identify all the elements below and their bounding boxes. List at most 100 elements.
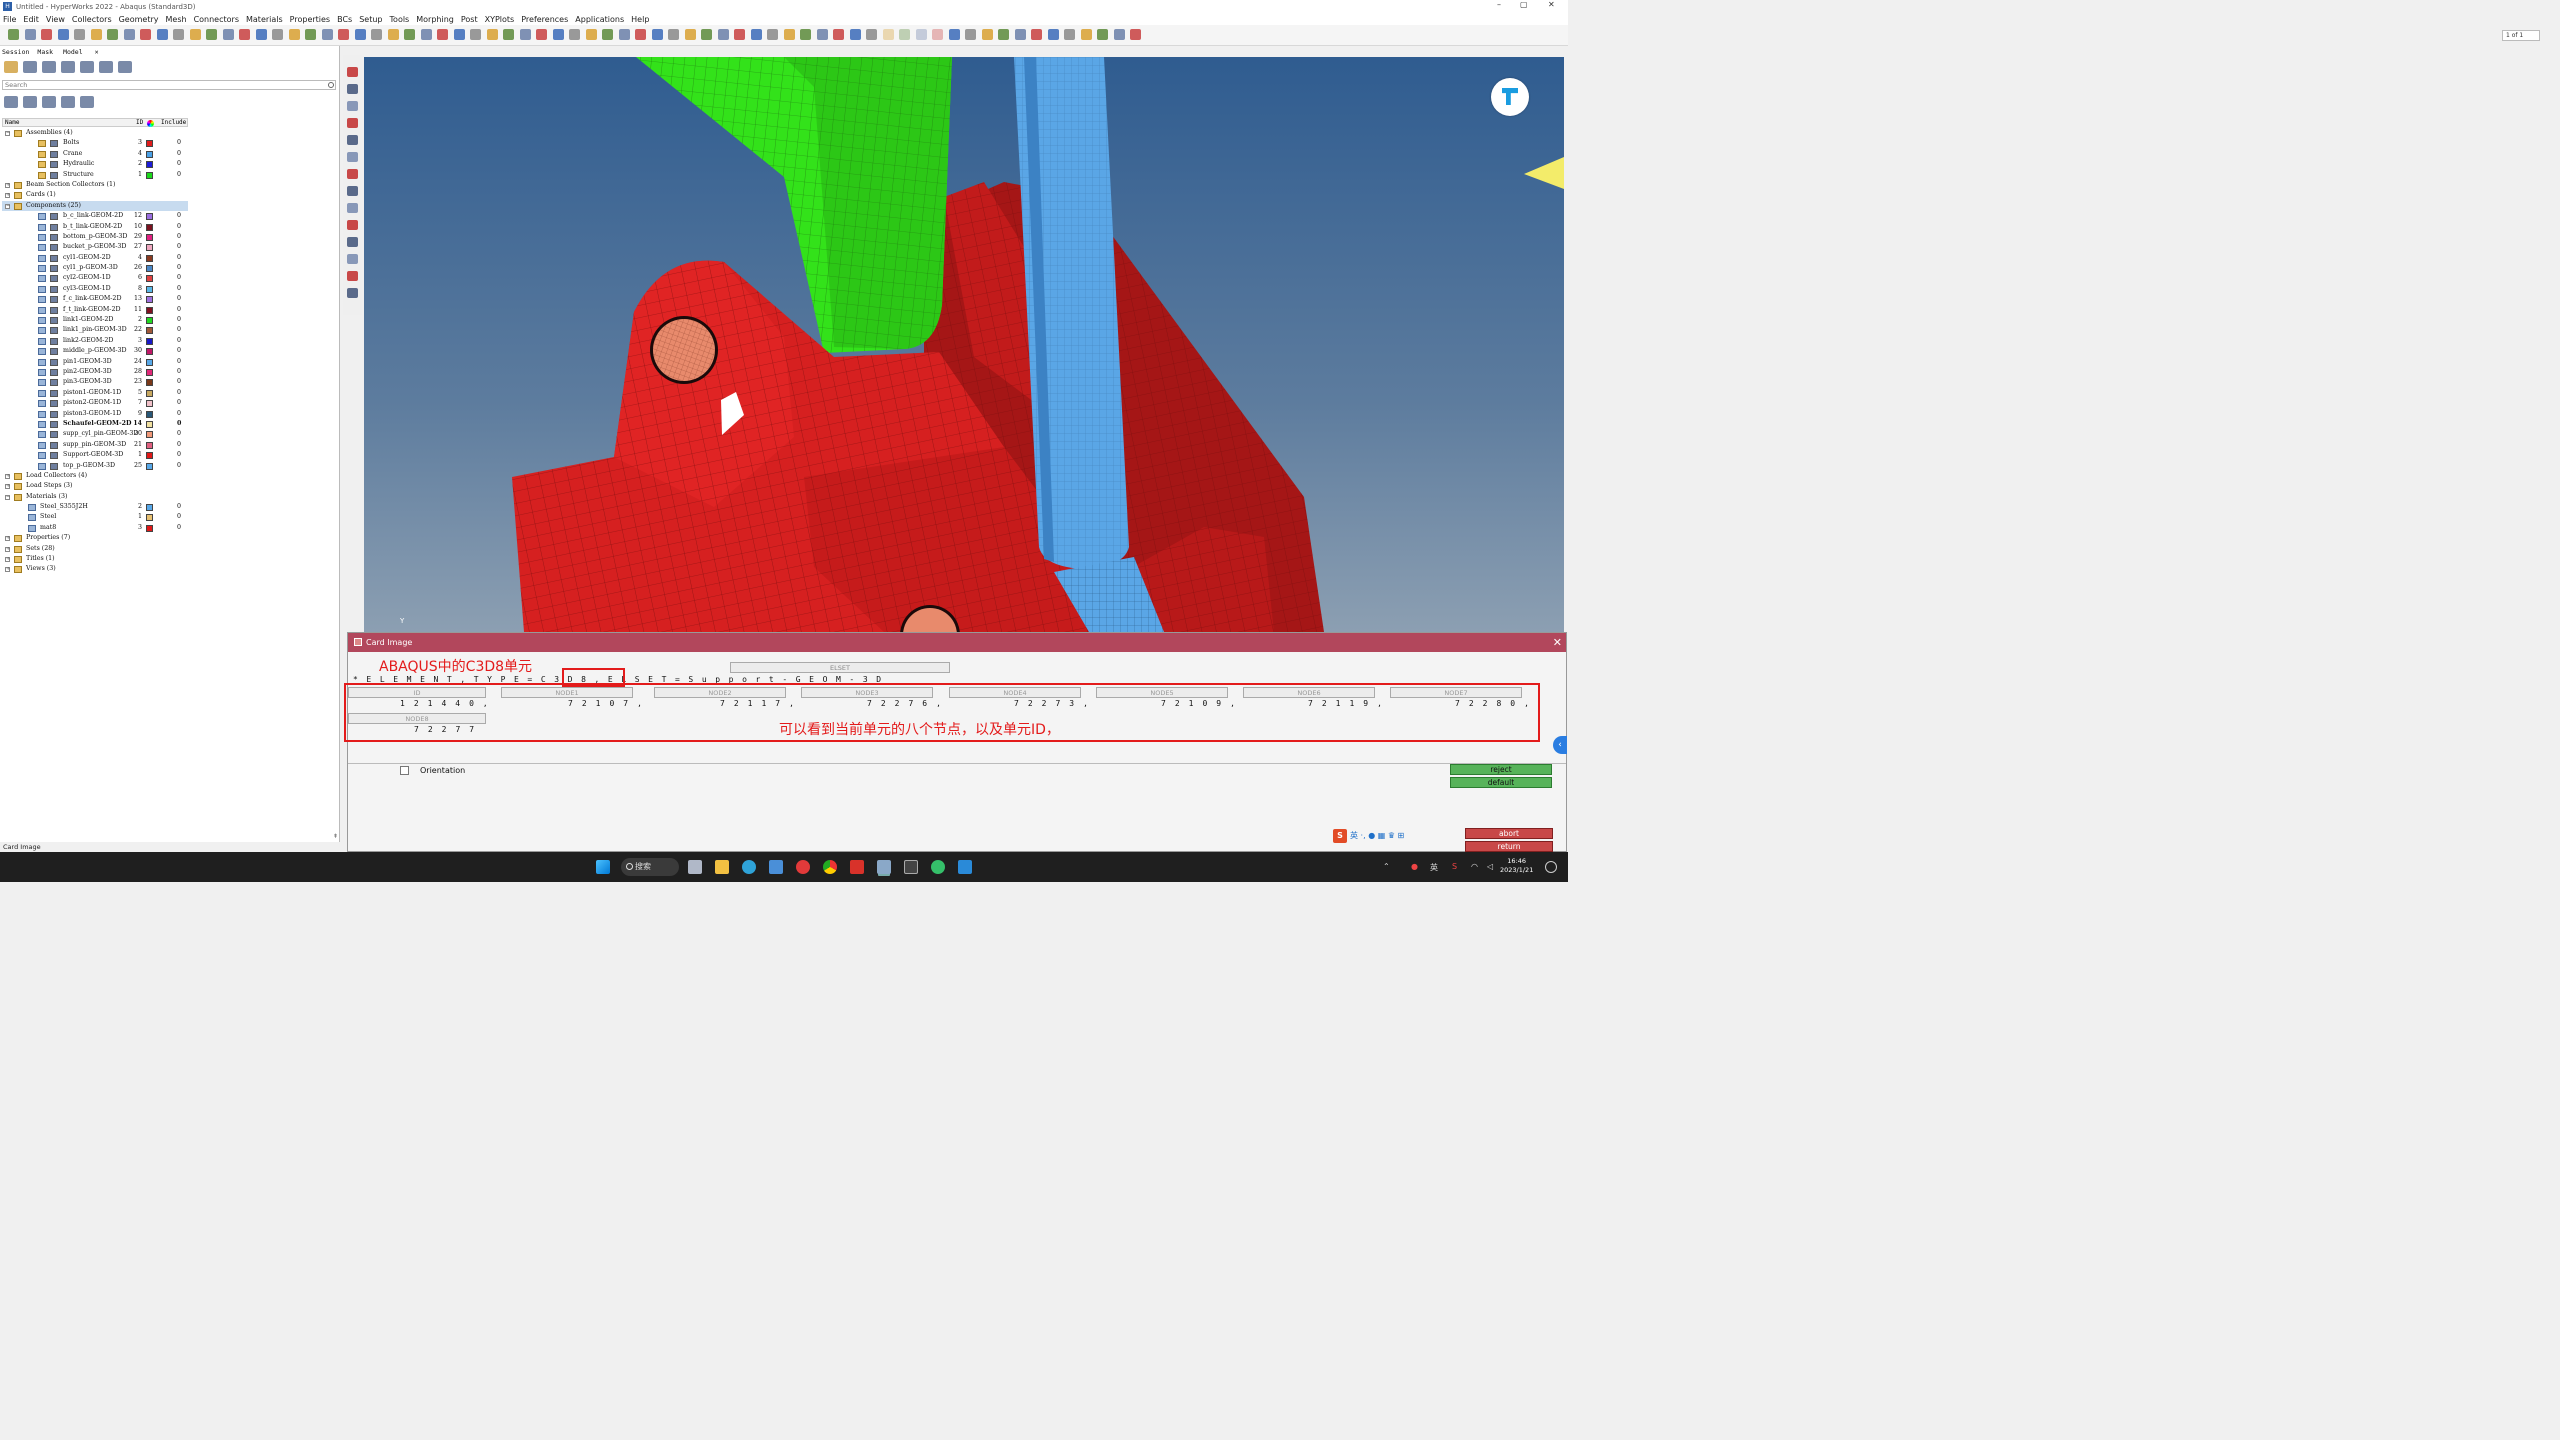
sogou-ime-icon[interactable]: S [1333, 829, 1347, 843]
tree-row[interactable]: Steel_S355J2H 2 0 [2, 502, 188, 512]
tree-row[interactable]: + Views (3) [2, 564, 188, 574]
expand-toggle-icon[interactable]: + [5, 193, 10, 199]
tree-row[interactable]: Schaufel-GEOM-2D 14 0 [2, 419, 188, 429]
color-swatch[interactable] [146, 244, 153, 252]
menu-xyplots[interactable]: XYPlots [485, 15, 515, 24]
tree-row[interactable]: bottom_p-GEOM-3D 29 0 [2, 232, 188, 242]
toolbar-tool-icon[interactable] [57, 29, 69, 40]
ime-toolbar[interactable]: S英 ·, ● ▦ ♛ ⊞ [1333, 829, 1437, 845]
toolbar-tool-icon[interactable] [222, 29, 234, 40]
toolbar-tool-icon[interactable] [552, 29, 564, 40]
field-value-node6[interactable]: 72119, [1308, 699, 1391, 708]
expand-toggle-icon[interactable]: + [5, 536, 10, 542]
color-swatch[interactable] [146, 213, 153, 221]
default-button[interactable]: default [1450, 777, 1552, 788]
toolbar-tool-icon[interactable] [420, 29, 432, 40]
expand-toggle-icon[interactable]: + [5, 182, 10, 188]
color-swatch[interactable] [146, 504, 153, 512]
tree-row[interactable]: Structure 1 0 [2, 170, 188, 180]
abort-button[interactable]: abort [1465, 828, 1553, 839]
toolbar-tool-icon[interactable] [1130, 29, 1141, 40]
windows-start-icon[interactable] [596, 860, 610, 874]
tree-row[interactable]: + Sets (28) [2, 544, 188, 554]
tree-row[interactable]: pin1-GEOM-3D 24 0 [2, 357, 188, 367]
tree-row[interactable]: + Load Steps (3) [2, 481, 188, 491]
color-swatch[interactable] [146, 254, 153, 262]
toolbar-tool-icon[interactable] [668, 29, 679, 40]
toolbar-tool-icon[interactable] [536, 29, 547, 40]
tree-row[interactable]: − Materials (3) [2, 492, 188, 502]
color-swatch[interactable] [146, 358, 153, 366]
toolbar-tool-icon[interactable] [1113, 29, 1125, 40]
browser-tool-icon[interactable] [4, 61, 18, 73]
toolbar-tool-icon[interactable] [882, 29, 894, 40]
color-swatch[interactable] [146, 462, 153, 470]
toolbar-tool-icon[interactable] [684, 29, 696, 40]
tree-row[interactable]: piston1-GEOM-1D 5 0 [2, 388, 188, 398]
browser-tool-icon[interactable] [80, 61, 94, 73]
tree-row[interactable]: − Components (25) [2, 200, 188, 212]
ime-mic-icon[interactable]: ● [1368, 831, 1375, 840]
display-mode-icon[interactable] [50, 368, 58, 376]
toolbar-tool-icon[interactable] [41, 29, 52, 40]
tree-row[interactable]: b_t_link-GEOM-2D 10 0 [2, 222, 188, 232]
display-mode-icon[interactable] [50, 420, 58, 428]
display-mode-icon[interactable] [50, 140, 58, 148]
expand-toggle-icon[interactable]: − [5, 494, 10, 500]
browser-tool-icon[interactable] [61, 96, 75, 108]
toolbar-tool-icon[interactable] [899, 29, 910, 40]
tree-row[interactable]: piston2-GEOM-1D 7 0 [2, 398, 188, 408]
browser-tool-icon[interactable] [42, 96, 56, 108]
toolbar-tool-icon[interactable] [255, 29, 267, 40]
menu-mesh[interactable]: Mesh [166, 15, 187, 24]
display-mode-icon[interactable] [50, 306, 58, 314]
tree-row[interactable]: b_c_link-GEOM-2D 12 0 [2, 211, 188, 221]
color-swatch[interactable] [146, 317, 153, 325]
expand-toggle-icon[interactable]: + [5, 484, 10, 490]
side-tool-icon[interactable] [347, 271, 358, 281]
toolbar-tool-icon[interactable] [800, 29, 811, 40]
close-card-icon[interactable]: ✕ [1553, 633, 1562, 652]
orientation-option[interactable]: Orientation [400, 766, 465, 775]
browser-tool-icon[interactable] [23, 61, 37, 73]
toolbar-tool-icon[interactable] [833, 29, 844, 40]
color-swatch[interactable] [146, 452, 153, 460]
toolbar-tool-icon[interactable] [189, 29, 201, 40]
toolbar-tool-icon[interactable] [288, 29, 300, 40]
wechat-icon[interactable] [931, 860, 945, 874]
tree-row[interactable]: Support-GEOM-3D 1 0 [2, 450, 188, 460]
color-swatch[interactable] [146, 379, 153, 387]
file-explorer-icon[interactable] [715, 860, 729, 874]
color-swatch[interactable] [146, 275, 153, 283]
toolbar-tool-icon[interactable] [767, 29, 778, 40]
toolbar-tool-icon[interactable] [866, 29, 877, 40]
toolbar-tool-icon[interactable] [816, 29, 828, 40]
return-button[interactable]: return [1465, 841, 1553, 852]
toolbar-tool-icon[interactable] [602, 29, 613, 40]
toolbar-tool-icon[interactable] [239, 29, 250, 40]
tray-overflow-icon[interactable]: ⌃ [1383, 862, 1390, 871]
menu-setup[interactable]: Setup [359, 15, 382, 24]
ime-lang[interactable]: 英 [1350, 831, 1358, 840]
side-tool-icon[interactable] [347, 118, 358, 128]
toolbar-tool-icon[interactable] [486, 29, 498, 40]
toolbar-tool-icon[interactable] [1014, 29, 1026, 40]
terminal-icon[interactable] [904, 860, 918, 874]
menu-preferences[interactable]: Preferences [521, 15, 568, 24]
graphics-viewport[interactable]: Y [364, 57, 1564, 632]
toolbar-tool-icon[interactable] [470, 29, 481, 40]
display-mode-icon[interactable] [50, 161, 58, 169]
toolbar-tool-icon[interactable] [701, 29, 712, 40]
tree-row[interactable]: + Properties (7) [2, 533, 188, 543]
ime-keyboard-icon[interactable]: ▦ [1378, 831, 1386, 840]
toolbar-tool-icon[interactable] [651, 29, 663, 40]
field-value-node8[interactable]: 72277 [414, 725, 483, 734]
chrome-icon[interactable] [823, 860, 837, 874]
side-tool-icon[interactable] [347, 254, 358, 264]
tree-row[interactable]: link1_pin-GEOM-3D 22 0 [2, 325, 188, 335]
field-value-node4[interactable]: 72273, [1014, 699, 1097, 708]
display-mode-icon[interactable] [50, 337, 58, 345]
display-mode-icon[interactable] [50, 244, 58, 252]
expand-toggle-icon[interactable]: − [5, 131, 10, 136]
browser-tool-icon[interactable] [118, 61, 132, 73]
